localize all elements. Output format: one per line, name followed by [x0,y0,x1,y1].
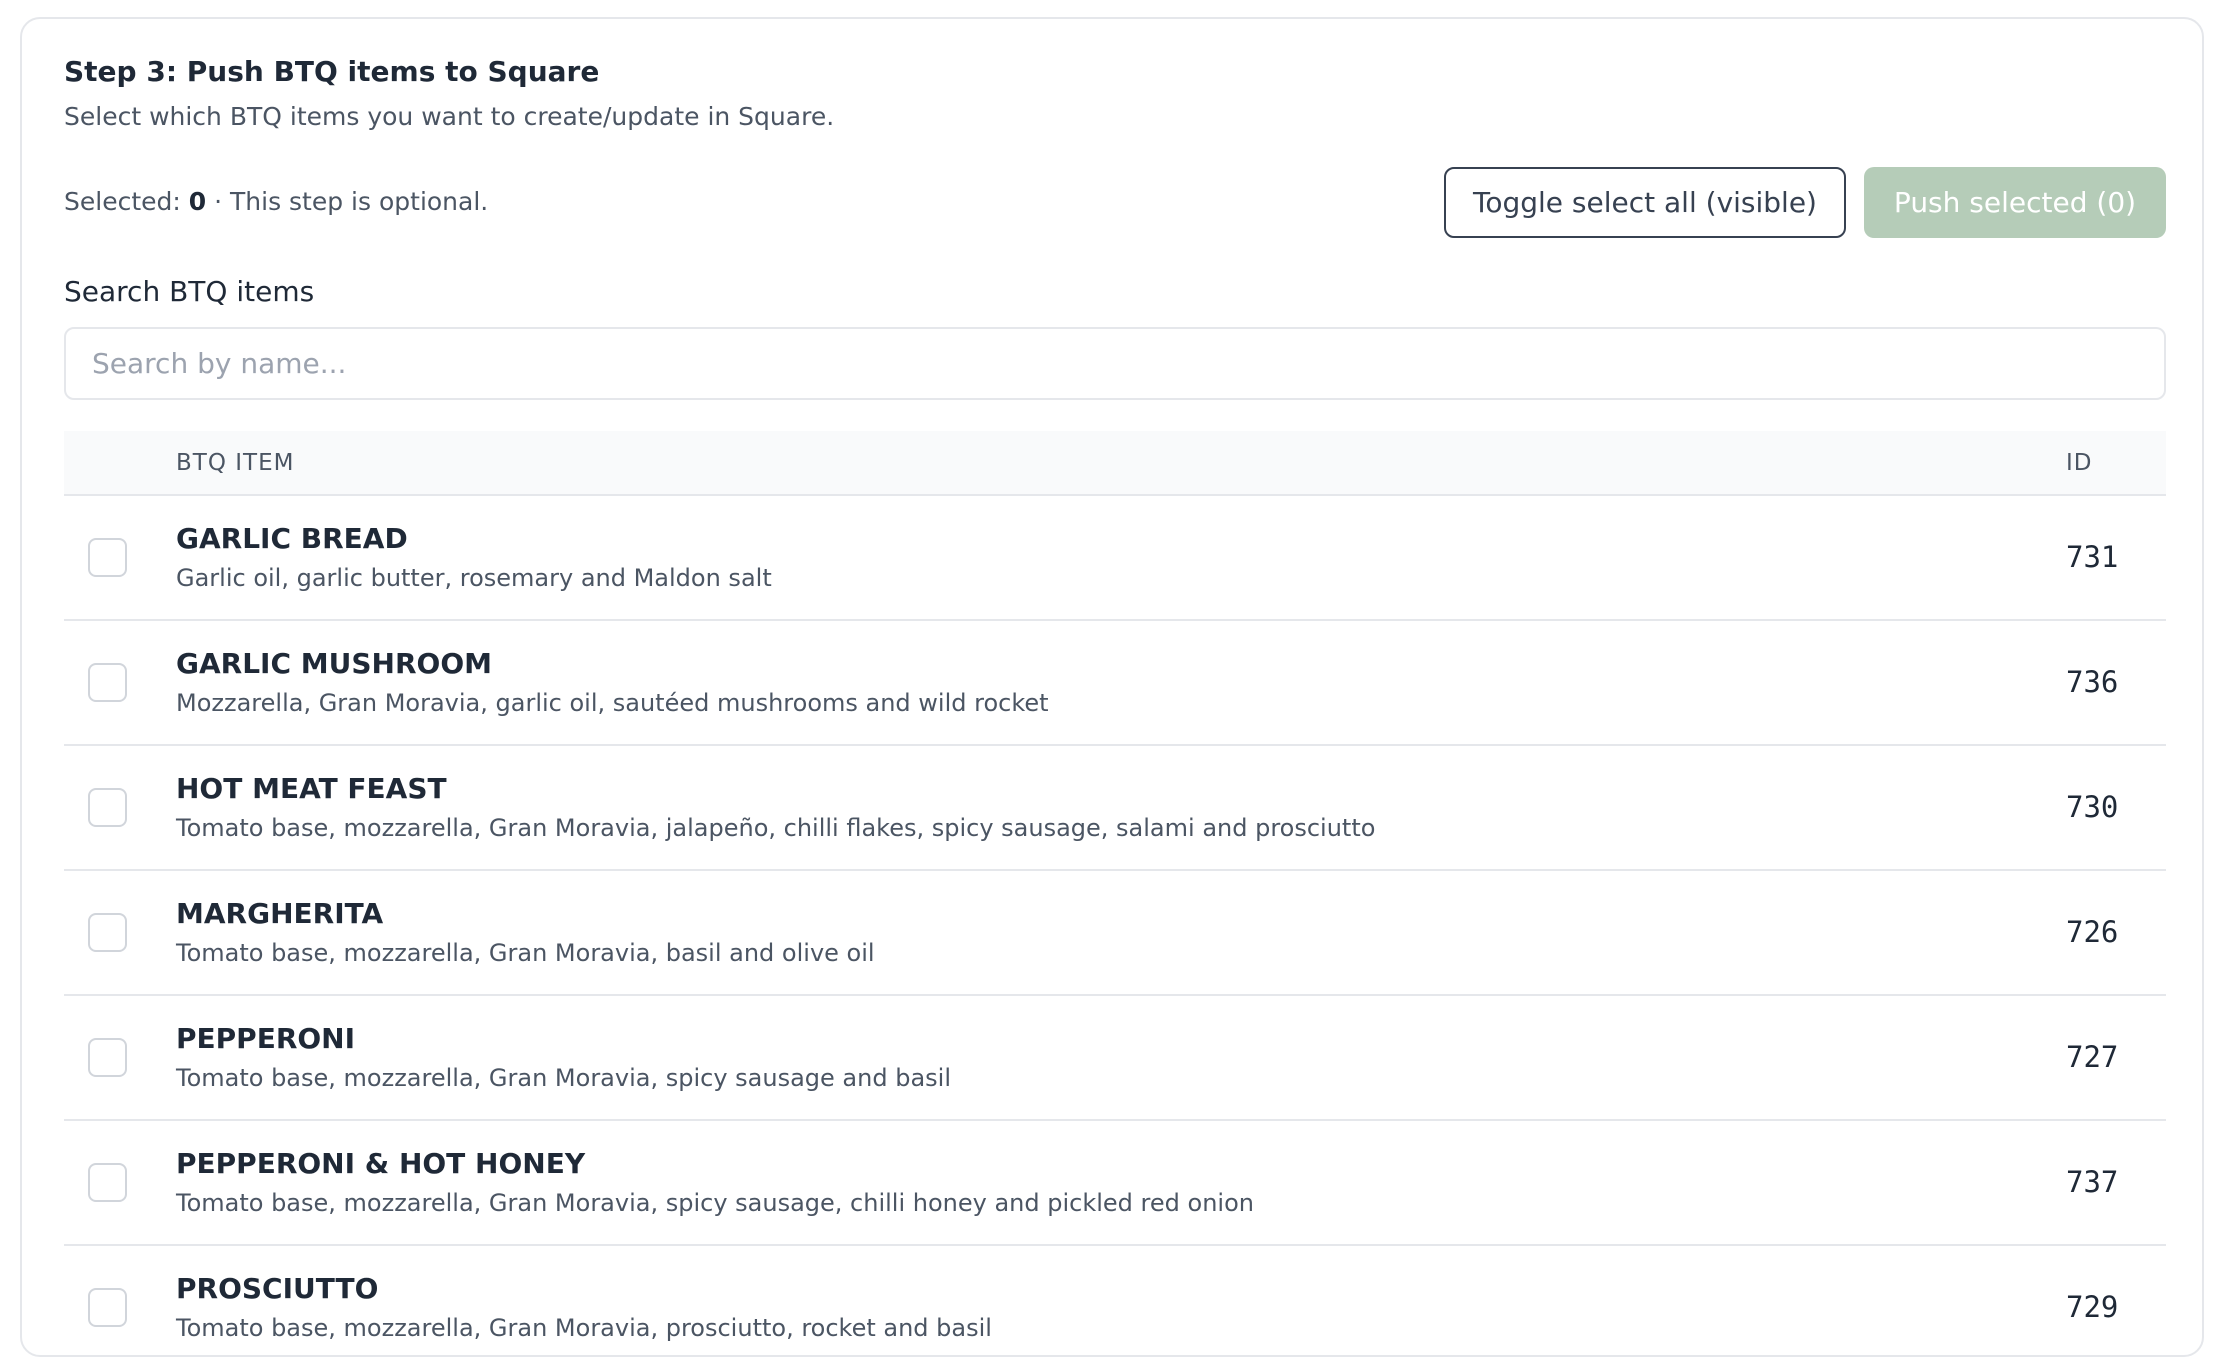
item-id: 736 [2066,665,2119,699]
table-row[interactable]: GARLIC MUSHROOM Mozzarella, Gran Moravia,… [64,621,2166,746]
item-description: Tomato base, mozzarella, Gran Moravia, p… [176,1314,992,1342]
optional-note: · This step is optional. [214,187,489,216]
row-checkbox[interactable] [88,1288,127,1327]
item-id: 729 [2066,1290,2119,1324]
item-description: Tomato base, mozzarella, Gran Moravia, j… [176,814,1376,842]
item-id: 737 [2066,1165,2119,1199]
item-name: MARGHERITA [176,897,384,930]
table-body: GARLIC BREAD Garlic oil, garlic butter, r… [64,496,2166,1355]
items-table: BTQ ITEM ID GARLIC BREAD Garlic oil, garl… [64,431,2166,1355]
item-id: 726 [2066,915,2119,949]
column-header-item: BTQ ITEM [176,449,295,476]
item-name: GARLIC MUSHROOM [176,647,492,680]
row-checkbox[interactable] [88,663,127,702]
item-id: 727 [2066,1040,2119,1074]
step-title: Step 3: Push BTQ items to Square [64,55,600,88]
item-name: PROSCIUTTO [176,1272,379,1305]
table-row[interactable]: PEPPERONI Tomato base, mozzarella, Gran M… [64,996,2166,1121]
item-id: 731 [2066,540,2119,574]
table-row[interactable]: HOT MEAT FEAST Tomato base, mozzarella, G… [64,746,2166,871]
item-description: Garlic oil, garlic butter, rosemary and … [176,564,772,592]
push-items-card: Step 3: Push BTQ items to Square Select … [20,17,2204,1357]
item-name: HOT MEAT FEAST [176,772,447,805]
column-header-id: ID [2066,449,2093,476]
item-name: PEPPERONI & HOT HONEY [176,1147,586,1180]
item-description: Tomato base, mozzarella, Gran Moravia, s… [176,1064,951,1092]
selected-count: 0 [188,187,207,216]
item-id: 730 [2066,790,2119,824]
push-selected-button[interactable]: Push selected (0) [1864,167,2166,238]
step-subtitle: Select which BTQ items you want to creat… [64,102,835,131]
item-name: GARLIC BREAD [176,522,408,555]
toggle-select-all-button[interactable]: Toggle select all (visible) [1444,167,1846,238]
search-input[interactable] [64,327,2166,400]
item-description: Tomato base, mozzarella, Gran Moravia, b… [176,939,875,967]
selection-status: Selected: 0 · This step is optional. [64,187,488,216]
table-row[interactable]: PROSCIUTTO Tomato base, mozzarella, Gran … [64,1246,2166,1355]
card-content: Step 3: Push BTQ items to Square Select … [64,19,2166,1355]
table-row[interactable]: MARGHERITA Tomato base, mozzarella, Gran … [64,871,2166,996]
row-checkbox[interactable] [88,1038,127,1077]
table-row[interactable]: PEPPERONI & HOT HONEY Tomato base, mozzar… [64,1121,2166,1246]
table-row[interactable]: GARLIC BREAD Garlic oil, garlic butter, r… [64,496,2166,621]
row-checkbox[interactable] [88,1163,127,1202]
row-checkbox[interactable] [88,788,127,827]
search-label: Search BTQ items [64,275,315,308]
item-description: Mozzarella, Gran Moravia, garlic oil, sa… [176,689,1049,717]
row-checkbox[interactable] [88,913,127,952]
item-name: PEPPERONI [176,1022,356,1055]
selected-label: Selected: [64,187,181,216]
table-header: BTQ ITEM ID [64,431,2166,496]
row-checkbox[interactable] [88,538,127,577]
item-description: Tomato base, mozzarella, Gran Moravia, s… [176,1189,1254,1217]
